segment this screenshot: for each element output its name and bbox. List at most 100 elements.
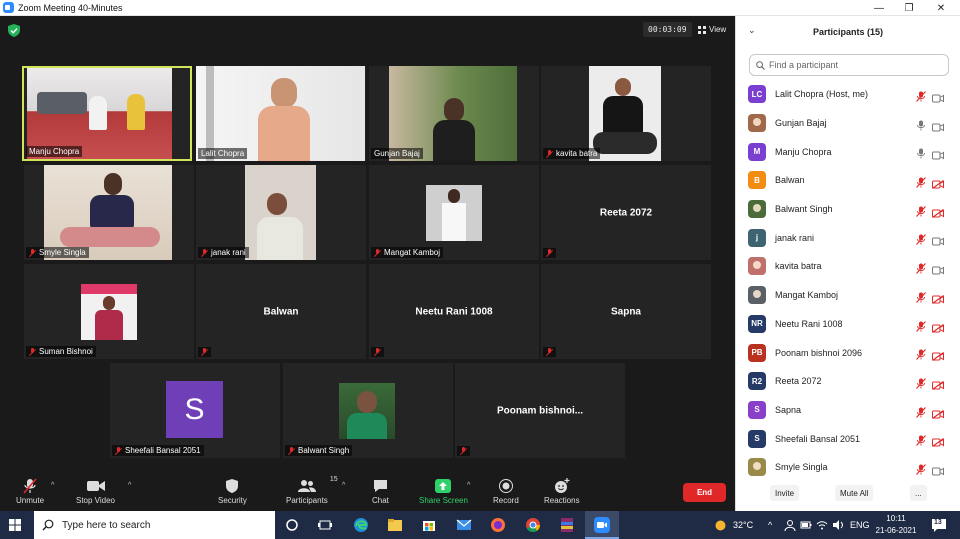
participant-photo-avatar [748, 114, 766, 133]
weather-widget[interactable]: 32°C [714, 511, 753, 539]
firefox-icon[interactable] [490, 517, 506, 533]
video-off-icon [932, 406, 944, 419]
mail-icon[interactable] [456, 517, 472, 533]
file-explorer-icon[interactable] [387, 517, 403, 533]
battery-icon[interactable] [800, 519, 812, 531]
cortana-circle-icon[interactable] [284, 517, 300, 533]
video-tile[interactable]: Suman Bishnoi [24, 264, 194, 359]
chat-button[interactable]: Chat [372, 476, 389, 505]
video-tile[interactable]: Gunjan Bajaj [369, 66, 539, 161]
zoom-taskbar-button[interactable] [585, 511, 619, 539]
participant-initials-avatar: R2 [748, 372, 766, 391]
input-language-indicator[interactable]: ENG [850, 511, 870, 539]
participant-row[interactable]: LC Lalit Chopra (Host, me) [736, 80, 960, 109]
video-tile[interactable]: Balwant Singh [283, 363, 453, 458]
collapse-chevron-icon[interactable]: ⌄ [748, 25, 756, 36]
participant-video [426, 185, 482, 241]
participant-row[interactable]: PB Poonam bishnoi 2096 [736, 338, 960, 367]
participant-video [245, 165, 316, 260]
participant-search-box[interactable] [749, 54, 949, 76]
avatar-tile[interactable]: S Sheefali Bansal 2051 [110, 363, 280, 458]
edge-browser-icon[interactable] [353, 517, 369, 533]
zoom-logo-icon [3, 2, 14, 13]
window-title: Zoom Meeting 40-Minutes [18, 2, 123, 13]
mute-all-button[interactable]: Mute All [835, 485, 874, 501]
wifi-icon[interactable] [816, 519, 828, 531]
participant-row[interactable]: Balwant Singh [736, 195, 960, 224]
participant-initials-avatar: M [748, 142, 766, 161]
close-button[interactable]: ✕ [926, 0, 956, 16]
taskbar-search-box[interactable]: Type here to search [34, 511, 275, 539]
video-tile[interactable]: Mangat Kamboj [369, 165, 539, 260]
notification-center-button[interactable]: 13 [931, 517, 947, 533]
participant-initials-avatar: PB [748, 343, 766, 362]
participant-name-label: Manju Chopra [26, 146, 83, 157]
name-tile[interactable]: Balwan [196, 264, 366, 359]
participant-name: janak rani [775, 232, 815, 243]
video-tile[interactable]: Smyle Singla [24, 165, 194, 260]
taskbar-clock[interactable]: 10:11 21-06-2021 [868, 513, 924, 537]
shield-check-icon[interactable] [8, 24, 20, 37]
video-tile[interactable]: Manju Chopra [22, 66, 192, 161]
unmute-button[interactable]: Unmute [16, 476, 44, 505]
participant-video [389, 66, 517, 161]
video-options-chevron-icon[interactable]: ^ [128, 482, 131, 489]
participant-photo-avatar [748, 286, 766, 305]
reactions-button[interactable]: Reactions [544, 476, 580, 505]
mic-muted-icon [546, 348, 553, 356]
participants-panel-title: Participants (15) [812, 27, 884, 37]
participant-search-input[interactable] [769, 60, 939, 70]
name-tile[interactable]: Sapna [541, 264, 711, 359]
participant-row[interactable]: R2 Reeta 2072 [736, 367, 960, 396]
participant-name-label: janak rani [198, 247, 249, 258]
video-tile[interactable]: janak rani [196, 165, 366, 260]
video-camera-icon [932, 262, 944, 275]
stop-video-button[interactable]: Stop Video [76, 476, 115, 505]
participant-row[interactable]: NR Neetu Rani 1008 [736, 310, 960, 339]
video-camera-icon [932, 119, 944, 132]
participant-row[interactable]: B Balwan [736, 166, 960, 195]
participant-name-label: Sheefali Bansal 2051 [112, 445, 204, 456]
people-tray-icon[interactable] [784, 519, 796, 531]
show-hidden-icons-chevron-icon[interactable]: ^ [768, 511, 772, 539]
share-options-chevron-icon[interactable]: ^ [467, 482, 470, 489]
participant-row[interactable]: S Sapna [736, 396, 960, 425]
video-tile[interactable]: Lalit Chopra [196, 66, 366, 161]
participant-row[interactable]: kavita batra [736, 252, 960, 281]
participant-name-label: Lalit Chopra [198, 148, 248, 159]
mic-icon [916, 146, 926, 159]
audio-options-chevron-icon[interactable]: ^ [51, 482, 54, 489]
participant-row[interactable]: M Manju Chopra [736, 137, 960, 166]
record-button[interactable]: Record [493, 476, 519, 505]
security-button[interactable]: Security [218, 476, 247, 505]
name-tile[interactable]: Poonam bishnoi... [455, 363, 625, 458]
speaker-volume-icon[interactable] [832, 519, 844, 531]
task-view-icon[interactable] [317, 517, 333, 533]
winrar-icon[interactable] [559, 517, 575, 533]
share-screen-button[interactable]: Share Screen [419, 476, 468, 505]
video-off-icon [932, 176, 944, 190]
participant-row[interactable]: Gunjan Bajaj [736, 109, 960, 138]
name-tile[interactable]: Reeta 2072 [541, 165, 711, 260]
participants-options-chevron-icon[interactable]: ^ [342, 482, 345, 489]
end-meeting-button[interactable]: End [683, 483, 726, 502]
video-tile[interactable]: kavita batra [541, 66, 711, 161]
participant-name: kavita batra [775, 261, 822, 272]
participant-row[interactable]: Mangat Kamboj [736, 281, 960, 310]
view-button[interactable]: View [694, 22, 730, 37]
microsoft-store-icon[interactable] [421, 517, 437, 533]
more-options-button[interactable]: ... [910, 485, 927, 501]
name-tile[interactable]: Neetu Rani 1008 [369, 264, 539, 359]
participant-row[interactable]: Smyle Singla [736, 453, 960, 482]
participants-button[interactable]: 15 Participants [286, 476, 338, 505]
participant-row[interactable]: S Sheefali Bansal 2051 [736, 424, 960, 453]
windows-start-icon[interactable] [9, 519, 21, 531]
mic-muted-icon [29, 248, 36, 257]
participant-initials-avatar: S [748, 429, 766, 448]
chrome-icon[interactable] [525, 517, 541, 533]
restore-button[interactable]: ❐ [894, 0, 924, 16]
invite-button[interactable]: Invite [770, 485, 800, 501]
minimize-button[interactable]: — [864, 0, 894, 16]
participant-row[interactable]: j janak rani [736, 223, 960, 252]
participant-display-name: Balwan [263, 306, 299, 317]
